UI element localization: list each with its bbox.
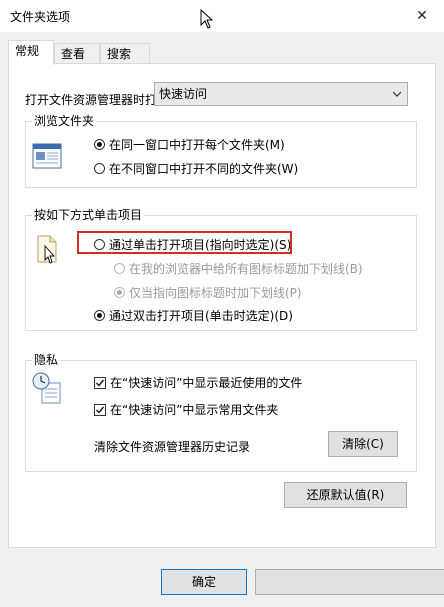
open-explorer-label: 打开文件资源管理器时打 — [25, 93, 158, 107]
privacy-clock-icon — [32, 372, 61, 404]
checkbox-checked-icon — [94, 403, 106, 416]
click-items-group: 按如下方式单击项目 通过单击打开项目(指向时选定)(S) 在我的浏览器中给所有图… — [25, 207, 417, 331]
browse-folders-group: 浏览文件夹 在同一窗口中打开每个文件夹(M) 在不同窗口中打开不同的文件夹(W) — [25, 113, 417, 188]
button-label: 清除(C) — [342, 437, 384, 451]
restore-defaults-button[interactable]: 还原默认值(R) — [284, 482, 407, 508]
cancel-button[interactable] — [255, 569, 444, 595]
checkbox-label: 在“快速访问”中显示最近使用的文件 — [110, 376, 303, 390]
radio-single-click[interactable]: 通过单击打开项目(指向时选定)(S) — [94, 236, 291, 253]
radio-same-window[interactable]: 在同一窗口中打开每个文件夹(M) — [94, 136, 285, 153]
window-icon — [32, 143, 62, 169]
radio-underline-hover[interactable]: 仅当指向图标标题时加下划线(P) — [114, 284, 302, 301]
radio-label: 通过双击打开项目(单击时选定)(D) — [109, 309, 293, 323]
tab-label: 搜索 — [107, 47, 132, 61]
radio-indicator — [114, 263, 125, 274]
window-title: 文件夹选项 — [10, 10, 71, 24]
general-tab-panel: 打开文件资源管理器时打 快速访问 浏览文件夹 在同一窗口中打开每个文件夹(M) … — [8, 63, 436, 548]
close-icon: ✕ — [416, 8, 428, 24]
tab-general[interactable]: 常规 — [8, 40, 54, 65]
privacy-group: 隐私 在“快速访问”中显示最近使用的文件 在“快速访问”中显示常用文件夹 清除文… — [25, 352, 417, 472]
select-value: 快速访问 — [159, 87, 208, 101]
checkbox-checked-icon — [94, 376, 106, 389]
radio-label: 在我的浏览器中给所有图标标题加下划线(B) — [129, 262, 363, 276]
button-label: 确定 — [191, 575, 216, 589]
group-title: 按如下方式单击项目 — [32, 207, 145, 223]
tab-view[interactable]: 查看 — [54, 43, 100, 64]
group-title: 浏览文件夹 — [32, 113, 97, 129]
checkbox-label: 在“快速访问”中显示常用文件夹 — [110, 403, 279, 417]
mouse-cursor-icon — [200, 9, 214, 29]
radio-selected-indicator — [114, 287, 125, 298]
clear-history-button[interactable]: 清除(C) — [328, 431, 398, 457]
group-title: 隐私 — [32, 352, 61, 368]
radio-indicator — [94, 163, 105, 174]
pointer-document-icon — [37, 235, 57, 264]
title-bar: 文件夹选项 ✕ — [0, 0, 444, 32]
radio-label: 仅当指向图标标题时加下划线(P) — [129, 286, 302, 300]
chevron-down-icon — [393, 91, 401, 97]
tab-search[interactable]: 搜索 — [100, 43, 150, 64]
tab-label: 常规 — [15, 44, 40, 58]
radio-selected-indicator — [94, 139, 105, 150]
radio-selected-indicator — [94, 310, 105, 321]
open-explorer-select[interactable]: 快速访问 — [154, 82, 408, 106]
radio-label: 在同一窗口中打开每个文件夹(M) — [109, 138, 285, 152]
checkbox-frequent-folders[interactable]: 在“快速访问”中显示常用文件夹 — [94, 401, 278, 418]
button-label: 还原默认值(R) — [306, 488, 385, 502]
ok-button[interactable]: 确定 — [161, 569, 247, 595]
radio-underline-all[interactable]: 在我的浏览器中给所有图标标题加下划线(B) — [114, 260, 363, 277]
clear-history-label: 清除文件资源管理器历史记录 — [94, 440, 251, 454]
radio-label: 在不同窗口中打开不同的文件夹(W) — [109, 162, 299, 176]
radio-double-click[interactable]: 通过双击打开项目(单击时选定)(D) — [94, 307, 293, 324]
radio-label: 通过单击打开项目(指向时选定)(S) — [109, 238, 292, 252]
checkbox-recent-files[interactable]: 在“快速访问”中显示最近使用的文件 — [94, 374, 302, 391]
radio-new-window[interactable]: 在不同窗口中打开不同的文件夹(W) — [94, 160, 298, 177]
radio-indicator — [94, 239, 105, 250]
close-button[interactable]: ✕ — [400, 0, 444, 32]
tab-label: 查看 — [61, 47, 86, 61]
